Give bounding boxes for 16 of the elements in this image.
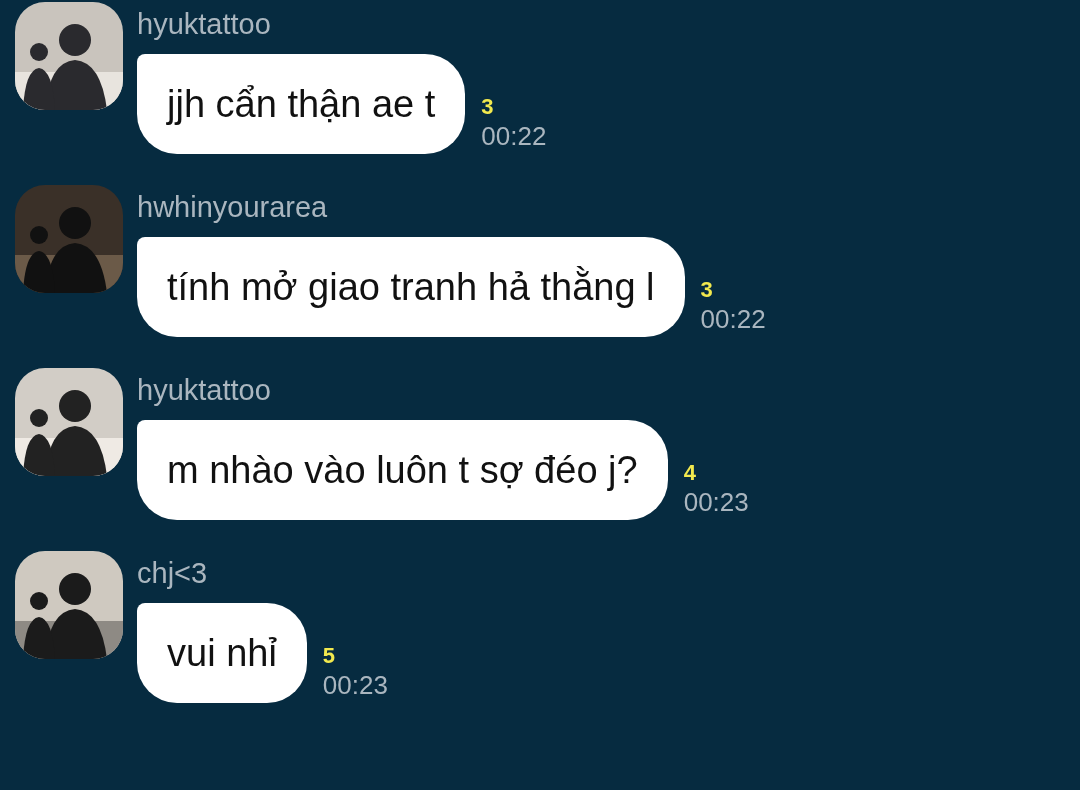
message-time: 00:23 bbox=[322, 669, 388, 701]
unread-count: 4 bbox=[683, 460, 697, 486]
sender-name: hyuktattoo bbox=[137, 7, 272, 41]
message-time: 00:22 bbox=[481, 120, 547, 152]
unread-count: 3 bbox=[481, 94, 495, 120]
sender-name: hwhinyourarea bbox=[137, 190, 329, 224]
unread-count: 5 bbox=[322, 643, 337, 669]
sender-name: hyuktattoo bbox=[137, 373, 272, 407]
message-bubble: vui nhỉ bbox=[137, 603, 307, 703]
message-time: 00:23 bbox=[683, 486, 749, 518]
sender-name: chj<3 bbox=[137, 556, 209, 590]
message-bubble: tính mở giao tranh hả thằng l bbox=[137, 237, 685, 337]
message-bubble: m nhào vào luôn t sợ đéo j? bbox=[137, 420, 668, 520]
message-bubble: jjh cẩn thận ae t bbox=[137, 54, 466, 154]
message-time: 00:22 bbox=[700, 303, 766, 335]
unread-count: 3 bbox=[700, 277, 714, 303]
